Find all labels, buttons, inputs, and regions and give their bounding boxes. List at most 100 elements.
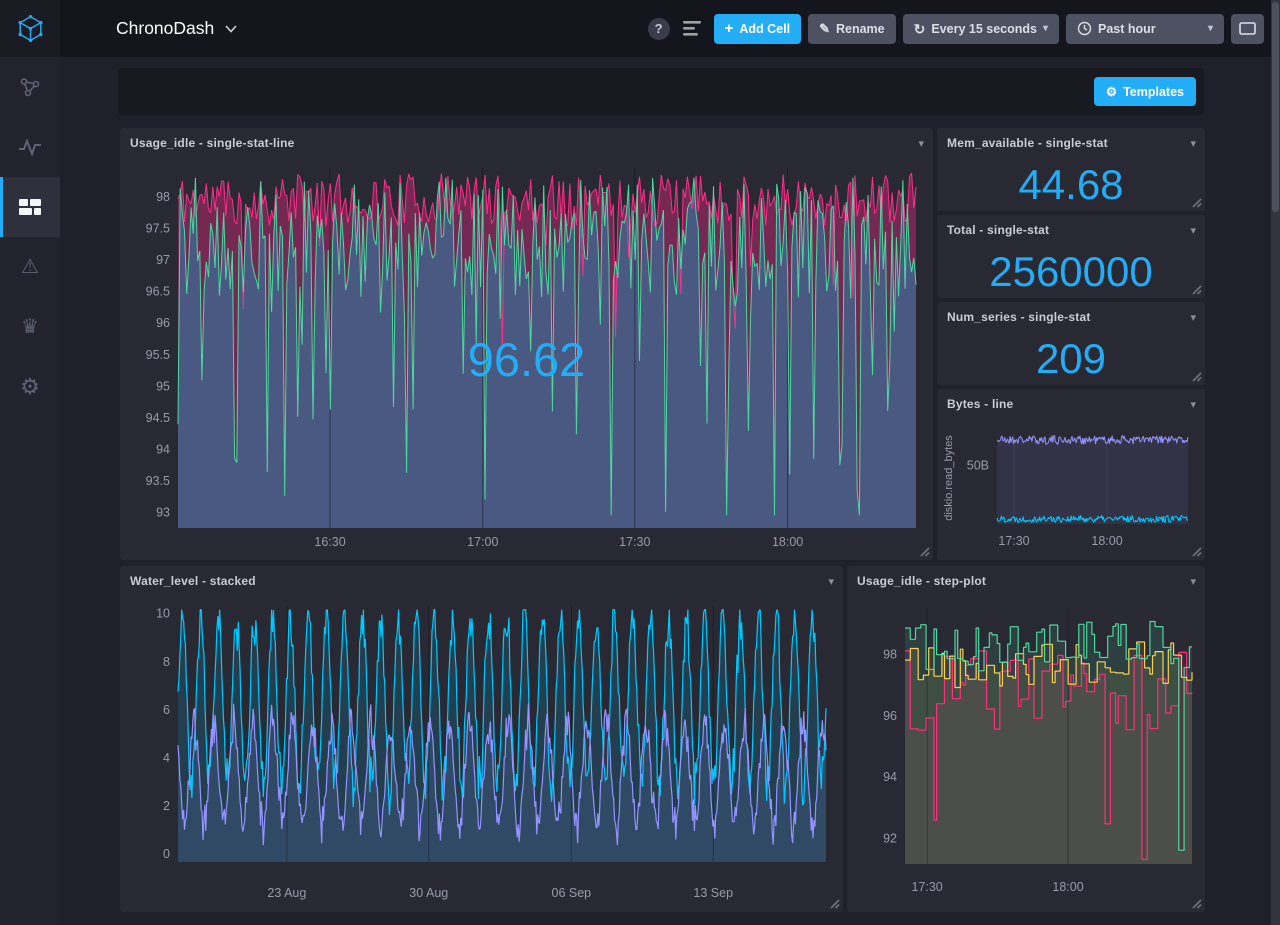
timerange-dropdown[interactable]: Past hour ▾ bbox=[1066, 14, 1224, 44]
sidebar-item-admin[interactable]: ♛ bbox=[0, 297, 60, 357]
cell-water-level: Water_level - stacked ▾ 024681023 Aug30 … bbox=[120, 566, 843, 912]
sidebar-item-alerts[interactable]: ⚠ bbox=[0, 237, 60, 297]
svg-text:06 Sep: 06 Sep bbox=[552, 886, 592, 900]
svg-text:18:00: 18:00 bbox=[1052, 880, 1083, 894]
alert-triangle-icon: ⚠ bbox=[21, 257, 39, 277]
svg-text:98: 98 bbox=[156, 190, 170, 204]
svg-text:94: 94 bbox=[156, 443, 170, 457]
cell-title: Usage_idle - step-plot bbox=[857, 574, 986, 588]
svg-text:23 Aug: 23 Aug bbox=[267, 886, 306, 900]
chevron-down-icon[interactable]: ▾ bbox=[1190, 575, 1196, 588]
svg-text:94: 94 bbox=[883, 770, 897, 784]
templates-label: Templates bbox=[1123, 85, 1184, 99]
cell-title: Num_series - single-stat bbox=[947, 310, 1091, 324]
single-stat-value: 2560000 bbox=[937, 245, 1205, 298]
chevron-down-icon[interactable]: ▾ bbox=[1190, 224, 1196, 237]
cell-header[interactable]: Num_series - single-stat ▾ bbox=[937, 302, 1205, 332]
cell-header[interactable]: Mem_available - single-stat ▾ bbox=[937, 128, 1205, 158]
gear-icon: ⚙ bbox=[20, 376, 40, 398]
help-button[interactable]: ? bbox=[648, 18, 670, 40]
svg-text:30 Aug: 30 Aug bbox=[409, 886, 448, 900]
resize-handle[interactable] bbox=[828, 897, 840, 909]
cell-header[interactable]: Total - single-stat ▾ bbox=[937, 215, 1205, 245]
template-variables-bar: ⚙ Templates bbox=[118, 68, 1204, 115]
usage-idle-line-chart[interactable]: 9393.59494.59595.59696.59797.59816:3017:… bbox=[120, 158, 933, 560]
rename-button[interactable]: ✎ Rename bbox=[808, 14, 896, 44]
page-title: ChronoDash bbox=[116, 18, 214, 39]
top-nav: ChronoDash ? + Add Cell ✎ Rename ↻ bbox=[60, 0, 1280, 57]
cell-title: Bytes - line bbox=[947, 397, 1013, 411]
single-stat-value: 44.68 bbox=[937, 158, 1205, 211]
svg-text:13 Sep: 13 Sep bbox=[693, 886, 733, 900]
cell-num-series: Num_series - single-stat ▾ 209 bbox=[937, 302, 1205, 385]
sidebar-item-hosts[interactable] bbox=[0, 57, 60, 117]
svg-text:97.5: 97.5 bbox=[146, 222, 170, 236]
sidebar-item-dashboards[interactable] bbox=[0, 177, 60, 237]
help-icon: ? bbox=[655, 21, 663, 36]
cell-title: Water_level - stacked bbox=[130, 574, 256, 588]
chevron-down-icon[interactable]: ▾ bbox=[1190, 398, 1196, 411]
cell-header[interactable]: Water_level - stacked ▾ bbox=[120, 566, 843, 596]
svg-text:93: 93 bbox=[156, 506, 170, 520]
clock-icon bbox=[1077, 21, 1092, 36]
resize-handle[interactable] bbox=[918, 545, 930, 557]
gear-icon: ⚙ bbox=[1106, 84, 1117, 99]
templates-button[interactable]: ⚙ Templates bbox=[1094, 77, 1196, 106]
nav-controls: ? + Add Cell ✎ Rename ↻ Every 15 seconds… bbox=[648, 14, 1264, 44]
resize-handle[interactable] bbox=[1190, 370, 1202, 382]
svg-text:96: 96 bbox=[156, 316, 170, 330]
autorefresh-label: Every 15 seconds bbox=[931, 22, 1037, 36]
sidebar-item-data-explorer[interactable] bbox=[0, 117, 60, 177]
single-stat-value: 209 bbox=[937, 332, 1205, 385]
svg-text:97: 97 bbox=[156, 253, 170, 267]
dashboard-title-dropdown[interactable]: ChronoDash bbox=[116, 18, 237, 39]
chevron-down-icon bbox=[225, 25, 237, 33]
chevron-down-icon[interactable]: ▾ bbox=[1190, 137, 1196, 150]
sidebar-item-settings[interactable]: ⚙ bbox=[0, 357, 60, 417]
bytes-line-chart[interactable]: 50B17:3018:00diskio.read_bytes bbox=[937, 419, 1205, 560]
svg-text:96: 96 bbox=[883, 709, 897, 723]
svg-text:2: 2 bbox=[163, 799, 170, 813]
presentation-mode-button[interactable] bbox=[1231, 14, 1264, 44]
svg-text:98: 98 bbox=[883, 647, 897, 661]
svg-text:92: 92 bbox=[883, 831, 897, 845]
svg-text:4: 4 bbox=[163, 751, 170, 765]
cell-header[interactable]: Usage_idle - step-plot ▾ bbox=[847, 566, 1205, 596]
pencil-icon: ✎ bbox=[819, 22, 830, 35]
resize-handle[interactable] bbox=[1190, 897, 1202, 909]
svg-text:8: 8 bbox=[163, 655, 170, 669]
chronograf-logo[interactable] bbox=[0, 0, 60, 57]
cell-total: Total - single-stat ▾ 2560000 bbox=[937, 215, 1205, 298]
svg-text:18:00: 18:00 bbox=[772, 535, 803, 549]
graph-options-button[interactable] bbox=[683, 21, 701, 36]
svg-text:17:30: 17:30 bbox=[619, 535, 650, 549]
add-cell-button[interactable]: + Add Cell bbox=[714, 14, 801, 44]
host-network-icon bbox=[19, 76, 41, 98]
list-icon bbox=[683, 21, 701, 36]
cell-title: Usage_idle - single-stat-line bbox=[130, 136, 295, 150]
scrollbar[interactable] bbox=[1271, 0, 1280, 925]
resize-handle[interactable] bbox=[1190, 283, 1202, 295]
svg-text:17:00: 17:00 bbox=[467, 535, 498, 549]
scrollbar-thumb[interactable] bbox=[1272, 2, 1279, 212]
svg-text:18:00: 18:00 bbox=[1091, 534, 1122, 548]
timerange-label: Past hour bbox=[1098, 22, 1156, 36]
cell-header[interactable]: Bytes - line ▾ bbox=[937, 389, 1205, 419]
cell-usage-idle-step: Usage_idle - step-plot ▾ 9294969817:3018… bbox=[847, 566, 1205, 912]
resize-handle[interactable] bbox=[1190, 545, 1202, 557]
chevron-down-icon: ▾ bbox=[1043, 23, 1048, 34]
expand-icon bbox=[1239, 22, 1256, 35]
chevron-down-icon[interactable]: ▾ bbox=[828, 575, 834, 588]
autorefresh-dropdown[interactable]: ↻ Every 15 seconds ▾ bbox=[903, 14, 1059, 44]
pulse-icon bbox=[18, 139, 42, 156]
cell-title: Mem_available - single-stat bbox=[947, 136, 1108, 150]
svg-text:17:30: 17:30 bbox=[998, 534, 1029, 548]
resize-handle[interactable] bbox=[1190, 196, 1202, 208]
water-level-chart[interactable]: 024681023 Aug30 Aug06 Sep13 Sep bbox=[120, 596, 843, 912]
svg-text:16:30: 16:30 bbox=[314, 535, 345, 549]
usage-idle-step-chart[interactable]: 9294969817:3018:00 bbox=[847, 596, 1205, 912]
chevron-down-icon[interactable]: ▾ bbox=[1190, 311, 1196, 324]
svg-text:6: 6 bbox=[163, 703, 170, 717]
cell-header[interactable]: Usage_idle - single-stat-line ▾ bbox=[120, 128, 933, 158]
chevron-down-icon[interactable]: ▾ bbox=[918, 137, 924, 150]
